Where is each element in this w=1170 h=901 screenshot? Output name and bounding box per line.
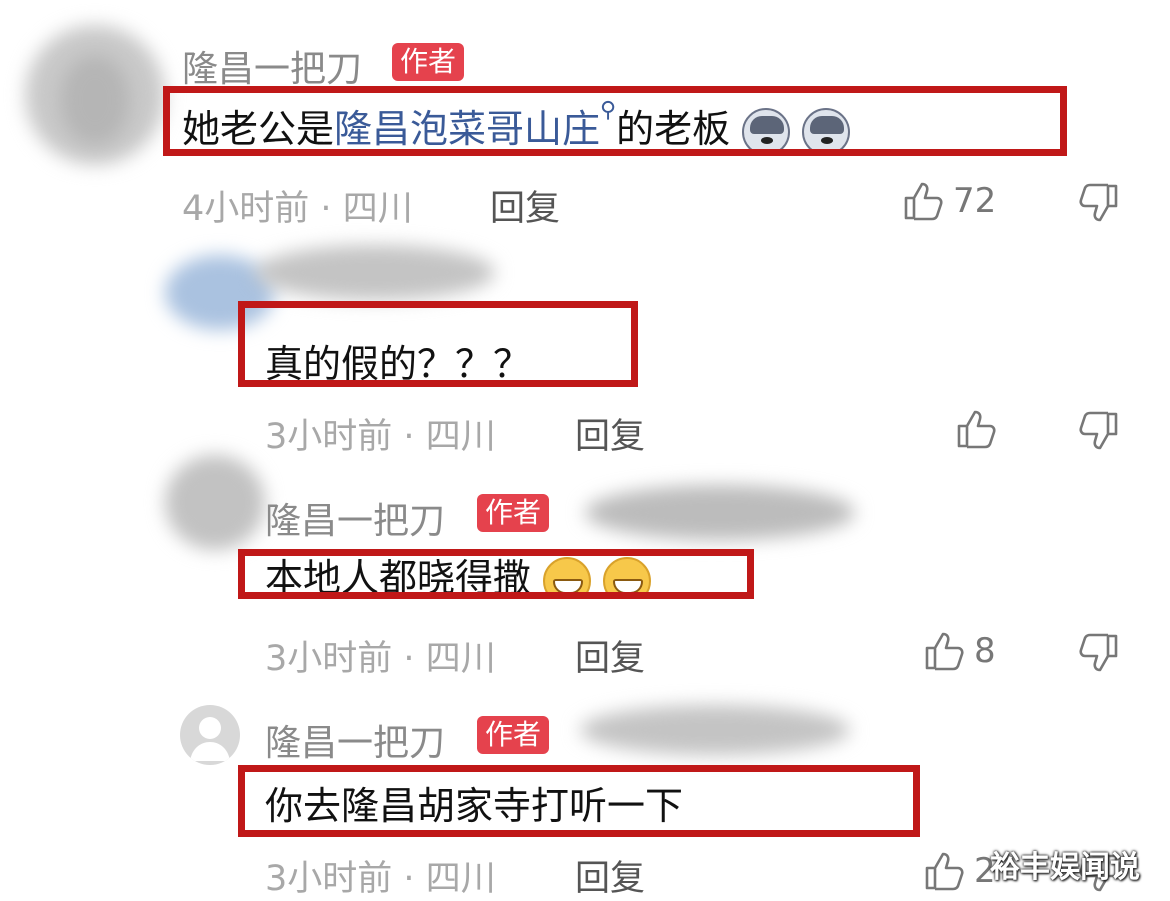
comment-4-author[interactable]: 隆昌一把刀 — [265, 714, 445, 766]
grin-face-icon — [603, 556, 652, 595]
search-icon[interactable]: ⚲ — [600, 98, 616, 123]
thumbs-up-icon[interactable] — [923, 630, 965, 672]
comment-4-time: 3小时前 — [265, 859, 393, 899]
comment-1-author-badge: 作者 — [392, 43, 465, 81]
reply-target-blurred — [585, 485, 855, 540]
comment-2-text: 真的假的？？？ — [265, 342, 532, 386]
comment-2-meta: 3小时前 · 四川 — [265, 408, 496, 459]
comment-3-like-count: 8 — [974, 631, 996, 671]
avatar-blurred — [165, 455, 265, 550]
thumbs-up-icon[interactable] — [902, 180, 944, 222]
comment-3-time: 3小时前 — [265, 639, 393, 679]
comment-4-author-badge: 作者 — [477, 716, 550, 754]
username-blurred — [255, 245, 495, 300]
meta-separator: · — [403, 639, 415, 679]
thumbs-up-icon[interactable] — [923, 850, 965, 892]
comment-3-text: 本地人都晓得撒 — [265, 555, 735, 595]
grin-face-icon — [543, 556, 592, 595]
comment-3-author[interactable]: 隆昌一把刀 — [265, 492, 445, 544]
comment-3-location: 四川 — [425, 639, 496, 679]
comment-1-time: 4小时前 — [182, 189, 310, 229]
comment-2-time: 3小时前 — [265, 417, 393, 457]
comment-1-location: 四川 — [342, 189, 413, 229]
comment-2-location: 四川 — [425, 417, 496, 457]
meta-separator: · — [403, 417, 415, 457]
dog-face-icon — [802, 107, 851, 156]
thumbs-down-icon[interactable] — [1078, 182, 1120, 224]
comment-4-text: 你去隆昌胡家寺打听一下 — [265, 784, 684, 828]
default-avatar-icon[interactable] — [180, 705, 240, 765]
comment-2-reply-button[interactable]: 回复 — [575, 408, 645, 459]
comment-1-link[interactable]: 隆昌泡菜哥山庄 — [334, 107, 600, 151]
thumbs-up-icon[interactable] — [955, 408, 997, 450]
comment-1-like-count: 72 — [953, 181, 997, 221]
comment-3-author-badge: 作者 — [477, 494, 550, 532]
dog-face-icon — [742, 107, 791, 156]
watermark: 裕丰娱闻说 — [990, 850, 1140, 885]
meta-separator: · — [320, 189, 332, 229]
comment-1-text: 她老公是隆昌泡菜哥山庄⚲的老板 — [182, 98, 851, 156]
comment-3-reply-button[interactable]: 回复 — [575, 630, 645, 681]
avatar-blurred-overlay — [60, 55, 130, 145]
thumbs-down-icon[interactable] — [1078, 410, 1120, 452]
comment-3-text-content: 本地人都晓得撒 — [265, 556, 532, 595]
comment-4-location: 四川 — [425, 859, 496, 899]
reply-target-blurred — [580, 705, 850, 755]
comment-1-meta: 4小时前 · 四川 — [182, 180, 413, 231]
comment-3-text-clip: 本地人都晓得撒 — [265, 555, 735, 595]
comment-4-reply-button[interactable]: 回复 — [575, 850, 645, 901]
comment-4-meta: 3小时前 · 四川 — [265, 850, 496, 901]
comment-1-text-before: 她老公是 — [182, 107, 335, 151]
comment-1-author[interactable]: 隆昌一把刀 — [182, 40, 362, 92]
comment-3-meta: 3小时前 · 四川 — [265, 630, 496, 681]
meta-separator: · — [403, 859, 415, 899]
thumbs-down-icon[interactable] — [1078, 632, 1120, 674]
comment-1-reply-button[interactable]: 回复 — [490, 180, 560, 231]
comment-1-text-after: 的老板 — [616, 107, 731, 151]
